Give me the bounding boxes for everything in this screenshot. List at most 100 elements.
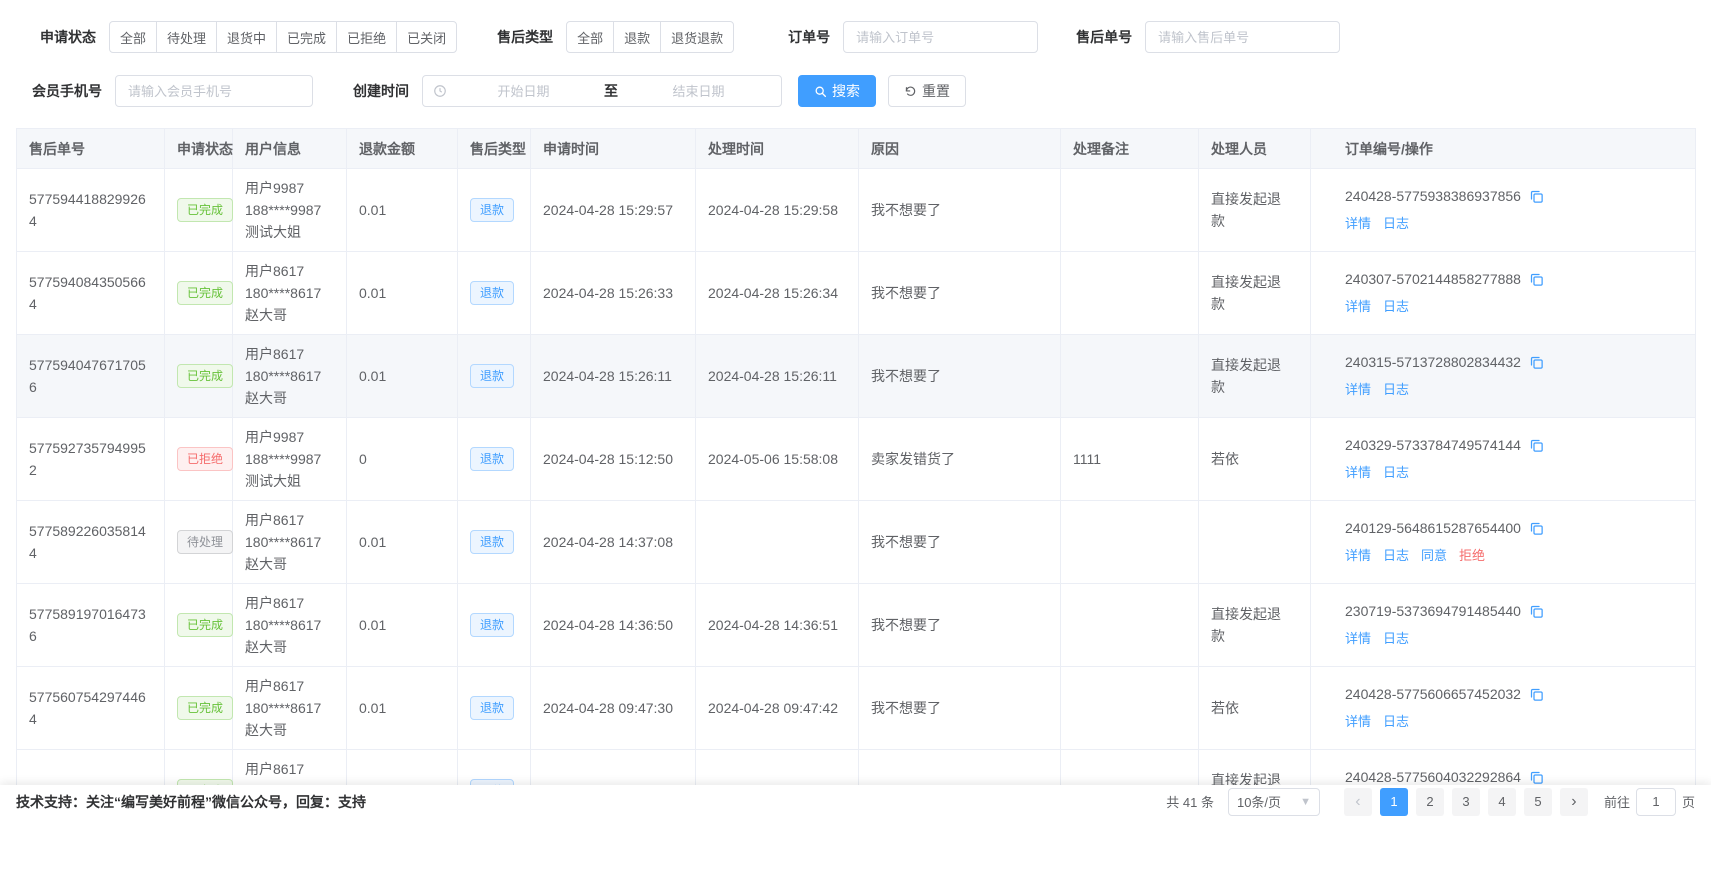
action-detail-link[interactable]: 详情 — [1345, 382, 1371, 397]
action-log-link[interactable]: 日志 — [1383, 299, 1409, 314]
order-no: 230719-5373694791485440 — [1345, 600, 1683, 625]
action-approve-link[interactable]: 同意 — [1421, 548, 1447, 563]
copy-icon[interactable] — [1529, 271, 1544, 293]
aftersale-type-option-0[interactable]: 全部 — [566, 21, 614, 53]
start-date-input[interactable] — [451, 84, 596, 99]
table-row: 5775940476717056已完成用户8617180****8617赵大哥0… — [17, 335, 1696, 418]
type-cell: 退款 — [458, 335, 531, 418]
aftersale-management-page: 申请状态 全部待处理退货中已完成已拒绝已关闭 售后类型 全部退款退货退款 订单号… — [0, 0, 1711, 893]
column-header-10: 订单编号/操作 — [1311, 129, 1696, 169]
order-no-input[interactable] — [843, 21, 1038, 53]
column-header-7: 原因 — [859, 129, 1061, 169]
order-actions: 详情日志 — [1345, 461, 1683, 484]
table-row: 5775940843505664已完成用户8617180****8617赵大哥0… — [17, 252, 1696, 335]
reset-button-label: 重置 — [922, 81, 950, 101]
end-date-input[interactable] — [626, 84, 771, 99]
handler-cell: 若依 — [1199, 418, 1311, 501]
create-time-label: 创建时间 — [353, 81, 409, 101]
action-detail-link[interactable]: 详情 — [1345, 299, 1371, 314]
reason-cell: 我不想要了 — [859, 501, 1061, 584]
copy-icon[interactable] — [1529, 354, 1544, 376]
action-log-link[interactable]: 日志 — [1383, 216, 1409, 231]
search-button[interactable]: 搜索 — [798, 75, 876, 107]
handler-cell: 直接发起退款 — [1199, 584, 1311, 667]
type-cell: 退款 — [458, 169, 531, 252]
apply-time-cell: 2024-04-28 15:26:33 — [531, 252, 696, 335]
action-log-link[interactable]: 日志 — [1383, 631, 1409, 646]
action-reject-link[interactable]: 拒绝 — [1459, 548, 1485, 563]
remark-cell — [1061, 169, 1199, 252]
order-no: 240307-5702144858277888 — [1345, 268, 1683, 293]
apply-status-option-2[interactable]: 退货中 — [216, 21, 277, 53]
column-header-9: 处理人员 — [1199, 129, 1311, 169]
copy-icon[interactable] — [1529, 520, 1544, 542]
type-tag: 退款 — [470, 696, 514, 720]
amount-cell: 0.01 — [347, 252, 458, 335]
handler-cell: 若依 — [1199, 667, 1311, 750]
apply-status-option-3[interactable]: 已完成 — [276, 21, 337, 53]
aftersale-type-label: 售后类型 — [497, 27, 553, 47]
clock-icon — [433, 84, 447, 98]
user-cell: 用户8617180****8617赵大哥 — [233, 667, 347, 750]
handler-cell: 直接发起退款 — [1199, 252, 1311, 335]
user-info-line: 用户8617 — [245, 260, 334, 282]
column-header-4: 售后类型 — [458, 129, 531, 169]
handler-cell — [1199, 501, 1311, 584]
aftersale-type-option-1[interactable]: 退款 — [613, 21, 661, 53]
copy-icon[interactable] — [1529, 188, 1544, 210]
action-detail-link[interactable]: 详情 — [1345, 714, 1371, 729]
action-detail-link[interactable]: 详情 — [1345, 465, 1371, 480]
action-log-link[interactable]: 日志 — [1383, 714, 1409, 729]
pager-pages: 12345 — [1380, 788, 1552, 816]
action-log-link[interactable]: 日志 — [1383, 382, 1409, 397]
apply-time-cell: 2024-04-28 15:12:50 — [531, 418, 696, 501]
filter-aftersale-no: 售后单号 — [1076, 21, 1340, 53]
action-detail-link[interactable]: 详情 — [1345, 216, 1371, 231]
action-detail-link[interactable]: 详情 — [1345, 631, 1371, 646]
table-row: 5775892260358144待处理用户8617180****8617赵大哥0… — [17, 501, 1696, 584]
action-log-link[interactable]: 日志 — [1383, 548, 1409, 563]
page-button-3[interactable]: 3 — [1452, 788, 1480, 816]
prev-page-button[interactable]: ‹ — [1344, 788, 1372, 816]
apply-time-cell: 2024-04-28 14:36:50 — [531, 584, 696, 667]
member-phone-input[interactable] — [115, 75, 313, 107]
amount-cell: 0.01 — [347, 667, 458, 750]
apply-status-option-5[interactable]: 已关闭 — [396, 21, 457, 53]
reset-button[interactable]: 重置 — [888, 75, 966, 107]
reason-cell: 我不想要了 — [859, 584, 1061, 667]
page-size-select[interactable]: 10条/页 ▼ — [1228, 788, 1320, 816]
apply-status-option-1[interactable]: 待处理 — [156, 21, 217, 53]
reason-cell: 我不想要了 — [859, 169, 1061, 252]
aftersale-type-option-2[interactable]: 退货退款 — [660, 21, 734, 53]
create-time-range-picker[interactable]: 至 — [422, 75, 782, 107]
order-no: 240129-5648615287654400 — [1345, 517, 1683, 542]
page-button-5[interactable]: 5 — [1524, 788, 1552, 816]
aftersale-no-cell: 5775940843505664 — [17, 252, 165, 335]
page-button-4[interactable]: 4 — [1488, 788, 1516, 816]
column-header-6: 处理时间 — [696, 129, 859, 169]
copy-icon[interactable] — [1529, 437, 1544, 459]
table-row: 5775944188299264已完成用户9987188****9987测试大姐… — [17, 169, 1696, 252]
chevron-down-icon: ▼ — [1300, 796, 1311, 808]
aftersale-no-cell: 5775892260358144 — [17, 501, 165, 584]
status-cell: 已完成 — [165, 584, 233, 667]
date-separator: 至 — [596, 81, 626, 101]
apply-status-option-4[interactable]: 已拒绝 — [336, 21, 397, 53]
user-info-line: 测试大姐 — [245, 470, 334, 492]
action-detail-link[interactable]: 详情 — [1345, 548, 1371, 563]
action-log-link[interactable]: 日志 — [1383, 465, 1409, 480]
filter-aftersale-type: 售后类型 全部退款退货退款 — [497, 21, 734, 53]
next-page-button[interactable]: › — [1560, 788, 1588, 816]
column-header-1: 申请状态 — [165, 129, 233, 169]
page-button-1[interactable]: 1 — [1380, 788, 1408, 816]
remark-cell — [1061, 667, 1199, 750]
aftersale-no-input[interactable] — [1145, 21, 1340, 53]
jump-page-input[interactable] — [1636, 788, 1676, 816]
type-cell: 退款 — [458, 252, 531, 335]
order-no: 240329-5733784749574144 — [1345, 434, 1683, 459]
apply-status-option-0[interactable]: 全部 — [109, 21, 157, 53]
user-info-line: 用户9987 — [245, 177, 334, 199]
copy-icon[interactable] — [1529, 603, 1544, 625]
copy-icon[interactable] — [1529, 686, 1544, 708]
page-button-2[interactable]: 2 — [1416, 788, 1444, 816]
